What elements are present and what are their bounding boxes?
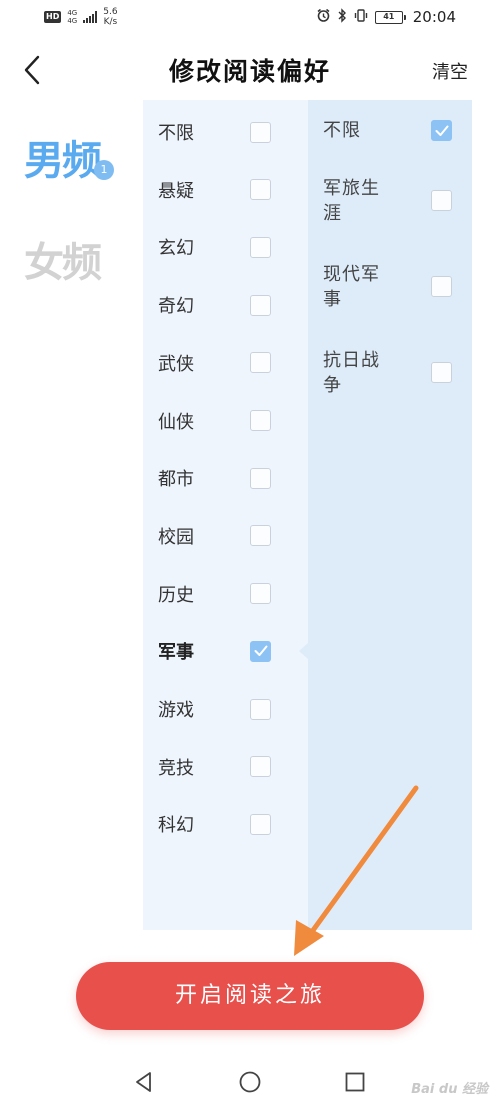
category-label: 不限 (158, 123, 194, 144)
network-speed-value: 5.6 (103, 7, 118, 17)
subcategory-label: 抗日战争 (323, 348, 401, 398)
annotation-arrow-icon (294, 785, 419, 956)
subcategory-label-line1: 军旅生 (323, 178, 380, 199)
category-label: 悬疑 (158, 180, 194, 202)
header: 修改阅读偏好 清空 (0, 44, 500, 96)
subcategory-label-line2: 涯 (323, 203, 342, 224)
checkbox[interactable] (250, 583, 271, 605)
status-left: HD 4G 4G 5.6 K/s (44, 7, 118, 27)
category-label: 竞技 (158, 757, 194, 779)
subcategory-label: 现代军事 (323, 262, 401, 312)
category-item[interactable]: 不限 (143, 112, 308, 152)
checkbox[interactable] (250, 410, 271, 431)
subcategory-label-line1: 现代军 (323, 264, 380, 285)
gender-tabs: 男频 1 女频 (0, 100, 143, 930)
category-label: 军事 (158, 642, 194, 664)
checkbox[interactable] (250, 236, 271, 258)
signal-icon (83, 11, 98, 23)
subcategory-label: 不限 (323, 118, 401, 143)
checkbox[interactable] (431, 276, 452, 297)
system-nav-bar: Bai du 经验 (0, 1050, 500, 1111)
checkbox[interactable] (250, 525, 271, 547)
subcategory-item[interactable]: 现代军事 (308, 262, 472, 322)
nav-recent-icon[interactable] (343, 1070, 367, 1094)
network-type: 4G 4G (67, 9, 77, 25)
category-item[interactable]: 校园 (143, 516, 308, 556)
tab-male[interactable]: 男频 (24, 128, 102, 186)
checkbox[interactable] (250, 756, 271, 778)
category-item[interactable]: 武侠 (143, 343, 308, 383)
subcategory-label-line2: 争 (323, 375, 342, 396)
hd-badge: HD (44, 11, 62, 23)
category-label: 游戏 (158, 700, 194, 721)
bluetooth-icon (337, 7, 347, 27)
category-label: 科幻 (158, 815, 194, 837)
watermark: Bai du 经验 (411, 1082, 488, 1097)
subcategory-label-line1: 不限 (323, 120, 361, 141)
category-item[interactable]: 玄幻 (143, 227, 308, 267)
category-label: 仙侠 (158, 411, 194, 433)
checkbox[interactable] (250, 294, 271, 316)
category-item[interactable]: 奇幻 (143, 285, 308, 325)
network-speed-unit: K/s (103, 17, 118, 27)
checkbox[interactable] (250, 467, 271, 489)
selected-pointer (299, 643, 308, 660)
subcategory-item[interactable]: 抗日战争 (308, 348, 472, 408)
checkbox[interactable] (250, 352, 271, 374)
network-speed: 5.6 K/s (103, 7, 117, 27)
battery-icon: 41 (374, 10, 406, 24)
status-bar: HD 4G 4G 5.6 K/s 41 20:04 (0, 0, 500, 34)
vibrate-icon (353, 8, 369, 27)
clear-button[interactable]: 清空 (432, 58, 468, 84)
checkbox-checked[interactable] (431, 120, 452, 141)
alarm-icon (316, 8, 331, 27)
subcategory-label-line1: 抗日战 (323, 350, 380, 371)
nav-home-icon[interactable] (238, 1070, 262, 1094)
network-type-bottom: 4G (67, 17, 78, 25)
category-label: 武侠 (158, 353, 194, 375)
checkbox-checked[interactable] (250, 640, 271, 662)
category-item[interactable]: 仙侠 (143, 401, 308, 441)
category-item[interactable]: 都市 (143, 458, 308, 498)
tab-female[interactable]: 女频 (24, 230, 102, 288)
category-item[interactable]: 军事 (143, 631, 308, 671)
category-label: 玄幻 (158, 238, 194, 260)
checkbox[interactable] (431, 362, 452, 383)
subcategory-label: 军旅生涯 (323, 176, 401, 226)
status-right: 41 20:04 (316, 7, 456, 27)
start-reading-button[interactable]: 开启阅读之旅 (76, 962, 424, 1030)
checkbox[interactable] (431, 190, 452, 211)
category-item[interactable]: 悬疑 (143, 170, 308, 210)
checkbox[interactable] (250, 813, 271, 835)
status-time: 20:04 (412, 8, 456, 26)
subcategory-label-line2: 事 (323, 289, 342, 310)
category-label: 都市 (158, 469, 194, 491)
nav-back-icon[interactable] (132, 1070, 156, 1094)
category-label: 校园 (158, 526, 194, 548)
category-label: 历史 (158, 584, 194, 606)
category-item[interactable]: 游戏 (143, 689, 308, 729)
category-label: 奇幻 (158, 296, 194, 318)
page-title: 修改阅读偏好 (168, 57, 331, 86)
checkbox[interactable] (250, 121, 271, 143)
category-item[interactable]: 历史 (143, 574, 308, 614)
checkbox[interactable] (250, 698, 271, 720)
subcategory-item[interactable]: 军旅生涯 (308, 176, 472, 236)
subcategory-item[interactable]: 不限 (308, 118, 472, 178)
checkbox[interactable] (250, 179, 271, 201)
network-type-top: 4G (67, 9, 78, 17)
selected-count-badge: 1 (94, 160, 114, 180)
